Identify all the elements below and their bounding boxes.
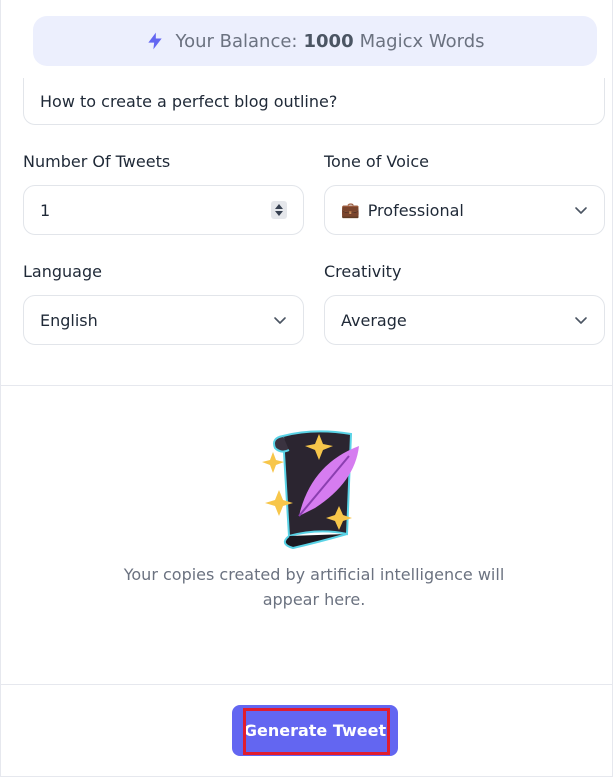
chevron-down-icon bbox=[575, 207, 587, 214]
topic-input[interactable]: How to create a perfect blog outline? bbox=[23, 78, 605, 125]
balance-bar: Your Balance: 1000 Magicx Words bbox=[33, 16, 597, 66]
creativity-select[interactable]: Average bbox=[324, 295, 605, 345]
chevron-down-icon bbox=[274, 317, 286, 324]
scroll-feather-icon bbox=[262, 430, 359, 550]
balance-suffix: Magicx Words bbox=[359, 30, 485, 52]
footer-divider bbox=[1, 684, 612, 685]
section-divider bbox=[1, 385, 612, 386]
language-value: English bbox=[40, 310, 98, 330]
generate-tweet-button[interactable]: Generate Tweet bbox=[232, 705, 398, 756]
chevron-down-icon bbox=[575, 317, 587, 324]
language-label: Language bbox=[23, 262, 102, 281]
tweets-count-value: 1 bbox=[40, 200, 51, 220]
balance-prefix: Your Balance: bbox=[175, 30, 298, 52]
tone-of-voice-value: Professional bbox=[367, 200, 464, 220]
tone-of-voice-label: Tone of Voice bbox=[324, 152, 429, 171]
number-stepper-icon[interactable] bbox=[271, 201, 287, 219]
creativity-value: Average bbox=[341, 310, 407, 330]
tweets-count-label: Number Of Tweets bbox=[23, 152, 171, 171]
tweets-count-input[interactable]: 1 bbox=[23, 185, 304, 235]
tweet-generator-panel: Your Balance: 1000 Magicx Words How to c… bbox=[0, 0, 613, 777]
briefcase-icon: 💼 bbox=[341, 201, 360, 219]
bolt-icon bbox=[148, 32, 163, 50]
tone-of-voice-select[interactable]: 💼 Professional bbox=[324, 185, 605, 235]
creativity-label: Creativity bbox=[324, 262, 402, 281]
language-select[interactable]: English bbox=[23, 295, 304, 345]
empty-state-message: Your copies created by artificial intell… bbox=[123, 565, 505, 609]
balance-amount: 1000 bbox=[303, 30, 354, 52]
topic-input-value: How to create a perfect blog outline? bbox=[40, 91, 338, 111]
